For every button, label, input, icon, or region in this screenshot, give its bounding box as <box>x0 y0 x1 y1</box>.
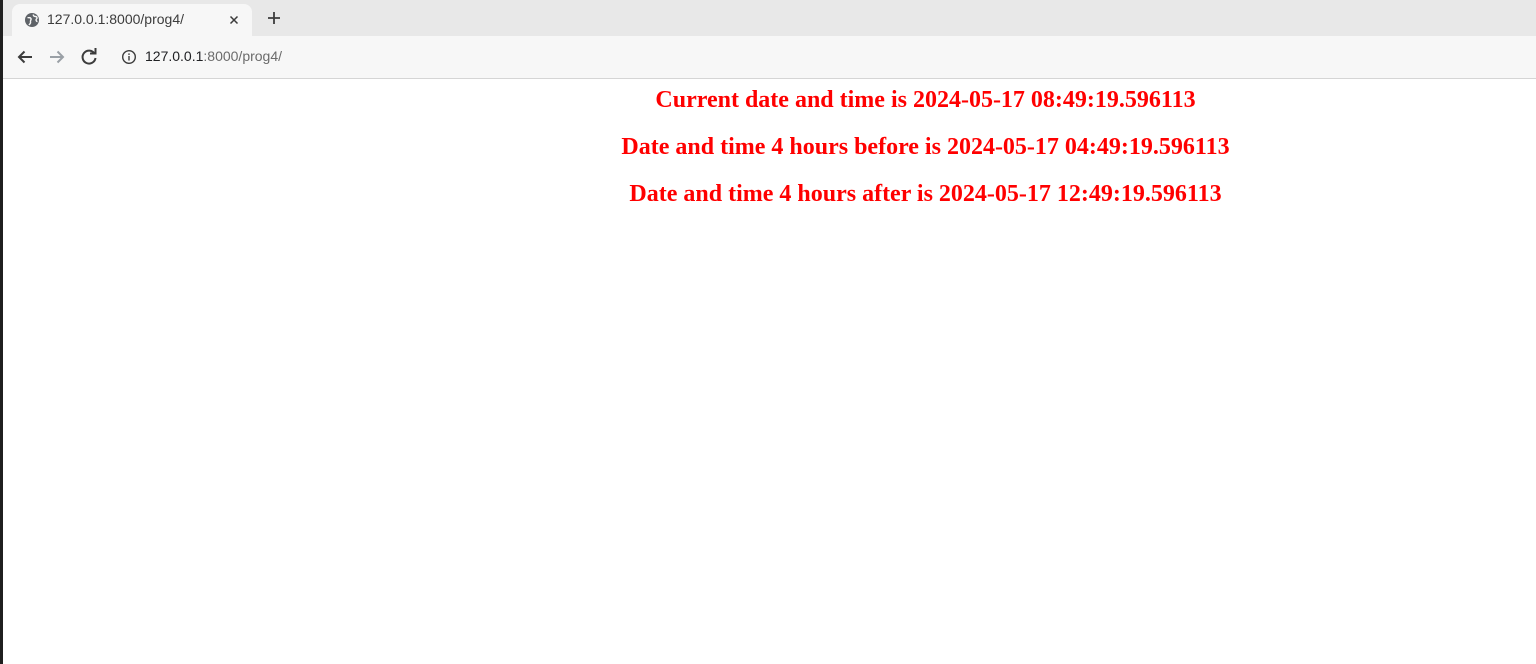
tab-strip: 127.0.0.1:8000/prog4/ <box>3 0 1536 36</box>
current-datetime-line: Current date and time is 2024-05-17 08:4… <box>655 87 1196 113</box>
tab-title: 127.0.0.1:8000/prog4/ <box>47 11 185 27</box>
arrow-right-icon[interactable] <box>45 45 69 69</box>
browser-tab[interactable]: 127.0.0.1:8000/prog4/ <box>12 4 252 36</box>
close-icon[interactable] <box>226 12 242 28</box>
page-content: Current date and time is 2024-05-17 08:4… <box>3 79 1536 664</box>
url-host: 127.0.0.1 <box>145 48 204 64</box>
browser-window: 127.0.0.1:8000/prog4/ 127.0.0.1:8000/pro… <box>0 0 1536 664</box>
datetime-after-line: Date and time 4 hours after is 2024-05-1… <box>629 181 1222 207</box>
browser-toolbar: 127.0.0.1:8000/prog4/ <box>3 36 1536 79</box>
reload-icon[interactable] <box>77 45 101 69</box>
plus-icon[interactable] <box>262 6 286 30</box>
datetime-before-line: Date and time 4 hours before is 2024-05-… <box>621 134 1230 160</box>
arrow-left-icon[interactable] <box>13 45 37 69</box>
url-text[interactable]: 127.0.0.1:8000/prog4/ <box>145 48 282 64</box>
info-icon[interactable] <box>121 49 137 65</box>
address-bar[interactable]: 127.0.0.1:8000/prog4/ <box>111 41 1531 73</box>
globe-icon <box>24 12 40 28</box>
url-path: :8000/prog4/ <box>203 48 283 64</box>
